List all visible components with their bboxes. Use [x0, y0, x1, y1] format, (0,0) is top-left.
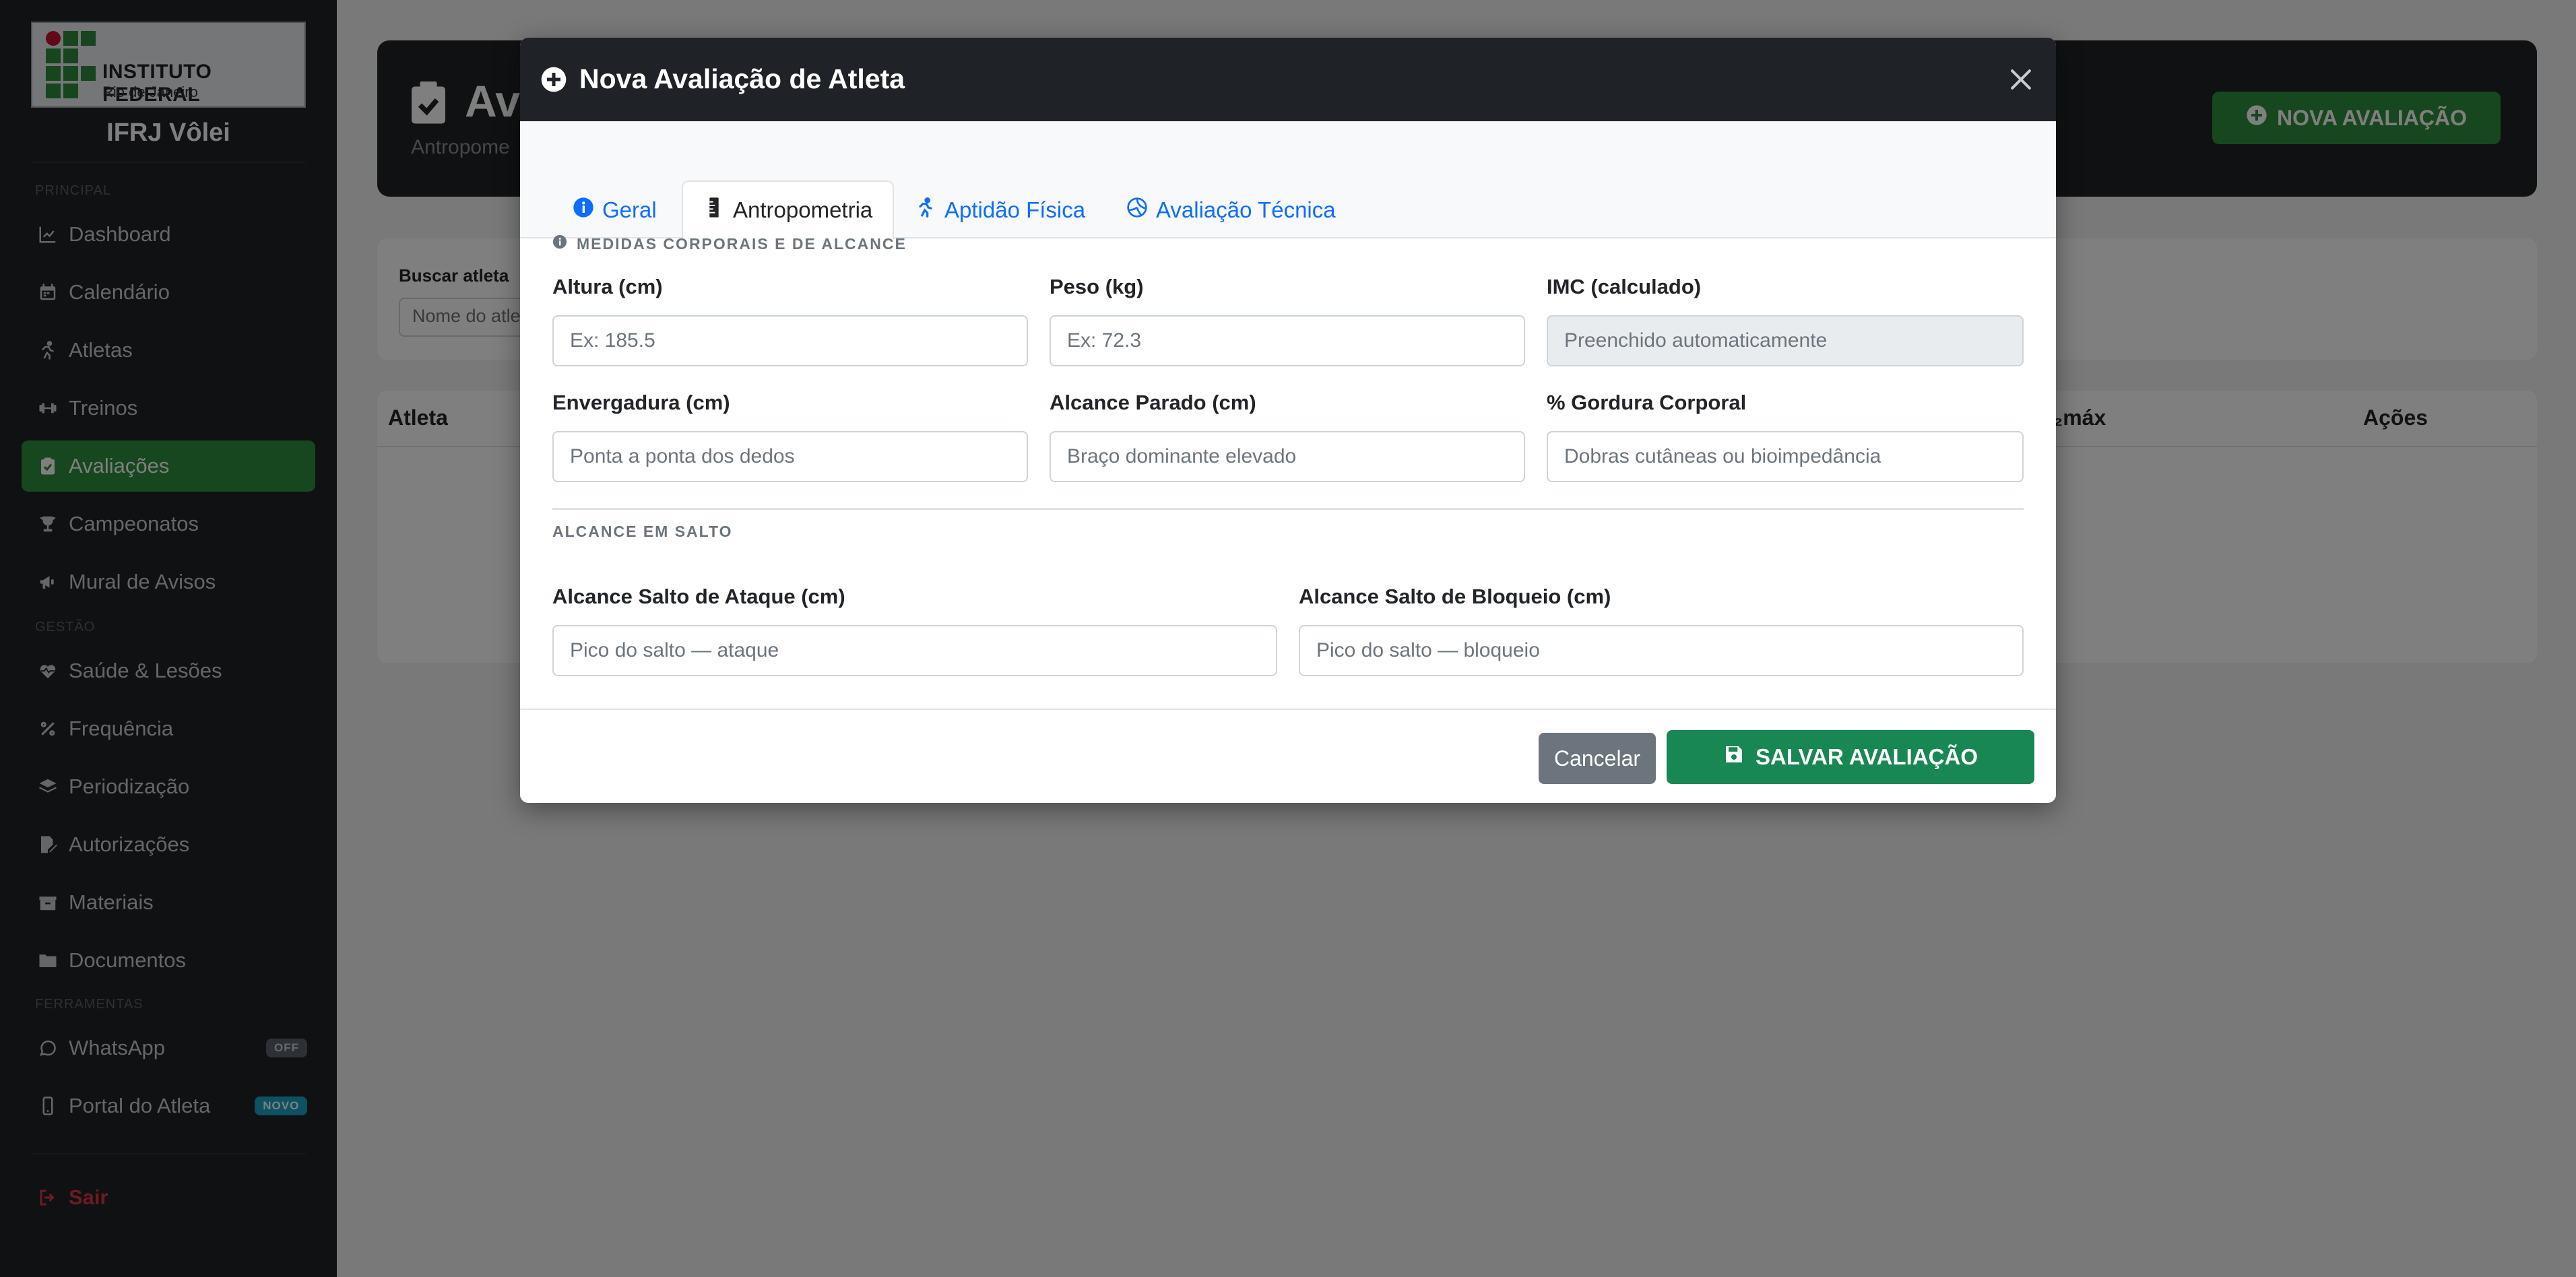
salto-ataque-label: Alcance Salto de Ataque (cm): [552, 585, 845, 608]
tab-label: Avaliação Técnica: [1156, 197, 1336, 222]
imc-input: [1547, 315, 2024, 366]
new-evaluation-modal: Nova Avaliação de Atleta Geral Antropome…: [520, 38, 2056, 803]
modal-title: Nova Avaliação de Atleta: [579, 63, 905, 94]
altura-input[interactable]: [552, 315, 1028, 366]
salto-ataque-input[interactable]: [552, 625, 1277, 676]
save-evaluation-label: SALVAR AVALIAÇÃO: [1756, 744, 1978, 769]
modal-tabs: Geral Antropometria Aptidão Física Avali…: [520, 121, 2056, 240]
tab-avaliacao-tecnica[interactable]: Avaliação Técnica: [1106, 182, 1356, 238]
section-title-body: MEDIDAS CORPORAIS E DE ALCANCE: [552, 234, 907, 253]
tab-geral[interactable]: Geral: [552, 182, 677, 238]
tab-label: Antropometria: [733, 197, 873, 222]
tab-label: Aptidão Física: [944, 197, 1086, 222]
tab-antropometria[interactable]: Antropometria: [682, 181, 895, 240]
section-divider: [552, 508, 2024, 510]
tab-aptidao-fisica[interactable]: Aptidão Física: [895, 182, 1105, 238]
info-circle-icon: [552, 234, 567, 253]
ruler-icon: [703, 197, 725, 224]
gordura-label: % Gordura Corporal: [1547, 391, 1747, 414]
alcance-parado-input[interactable]: [1050, 431, 1525, 482]
plus-circle-icon: [540, 66, 567, 93]
envergadura-input[interactable]: [552, 431, 1028, 482]
save-icon: [1723, 744, 1745, 771]
close-icon[interactable]: [2006, 65, 2036, 94]
section-title-jump: ALCANCE EM SALTO: [552, 523, 733, 541]
altura-label: Altura (cm): [552, 275, 663, 298]
peso-input[interactable]: [1050, 315, 1525, 366]
section-title-label: MEDIDAS CORPORAIS E DE ALCANCE: [577, 234, 907, 253]
alcance-parado-label: Alcance Parado (cm): [1050, 391, 1256, 414]
imc-label: IMC (calculado): [1547, 275, 1702, 298]
salto-bloqueio-label: Alcance Salto de Bloqueio (cm): [1299, 585, 1611, 608]
info-circle-icon: [573, 197, 594, 224]
save-evaluation-button[interactable]: SALVAR AVALIAÇÃO: [1667, 730, 2034, 784]
envergadura-label: Envergadura (cm): [552, 391, 730, 414]
gordura-input[interactable]: [1547, 431, 2024, 482]
cancel-button[interactable]: Cancelar: [1539, 733, 1656, 784]
peso-label: Peso (kg): [1050, 275, 1144, 298]
section-title-label: ALCANCE EM SALTO: [552, 523, 733, 540]
modal-header: Nova Avaliação de Atleta: [520, 38, 2056, 121]
running-icon: [915, 197, 936, 224]
salto-bloqueio-input[interactable]: [1299, 625, 2024, 676]
tab-label: Geral: [602, 197, 657, 222]
volleyball-icon: [1126, 197, 1148, 224]
modal-footer: Cancelar SALVAR AVALIAÇÃO: [520, 709, 2056, 803]
